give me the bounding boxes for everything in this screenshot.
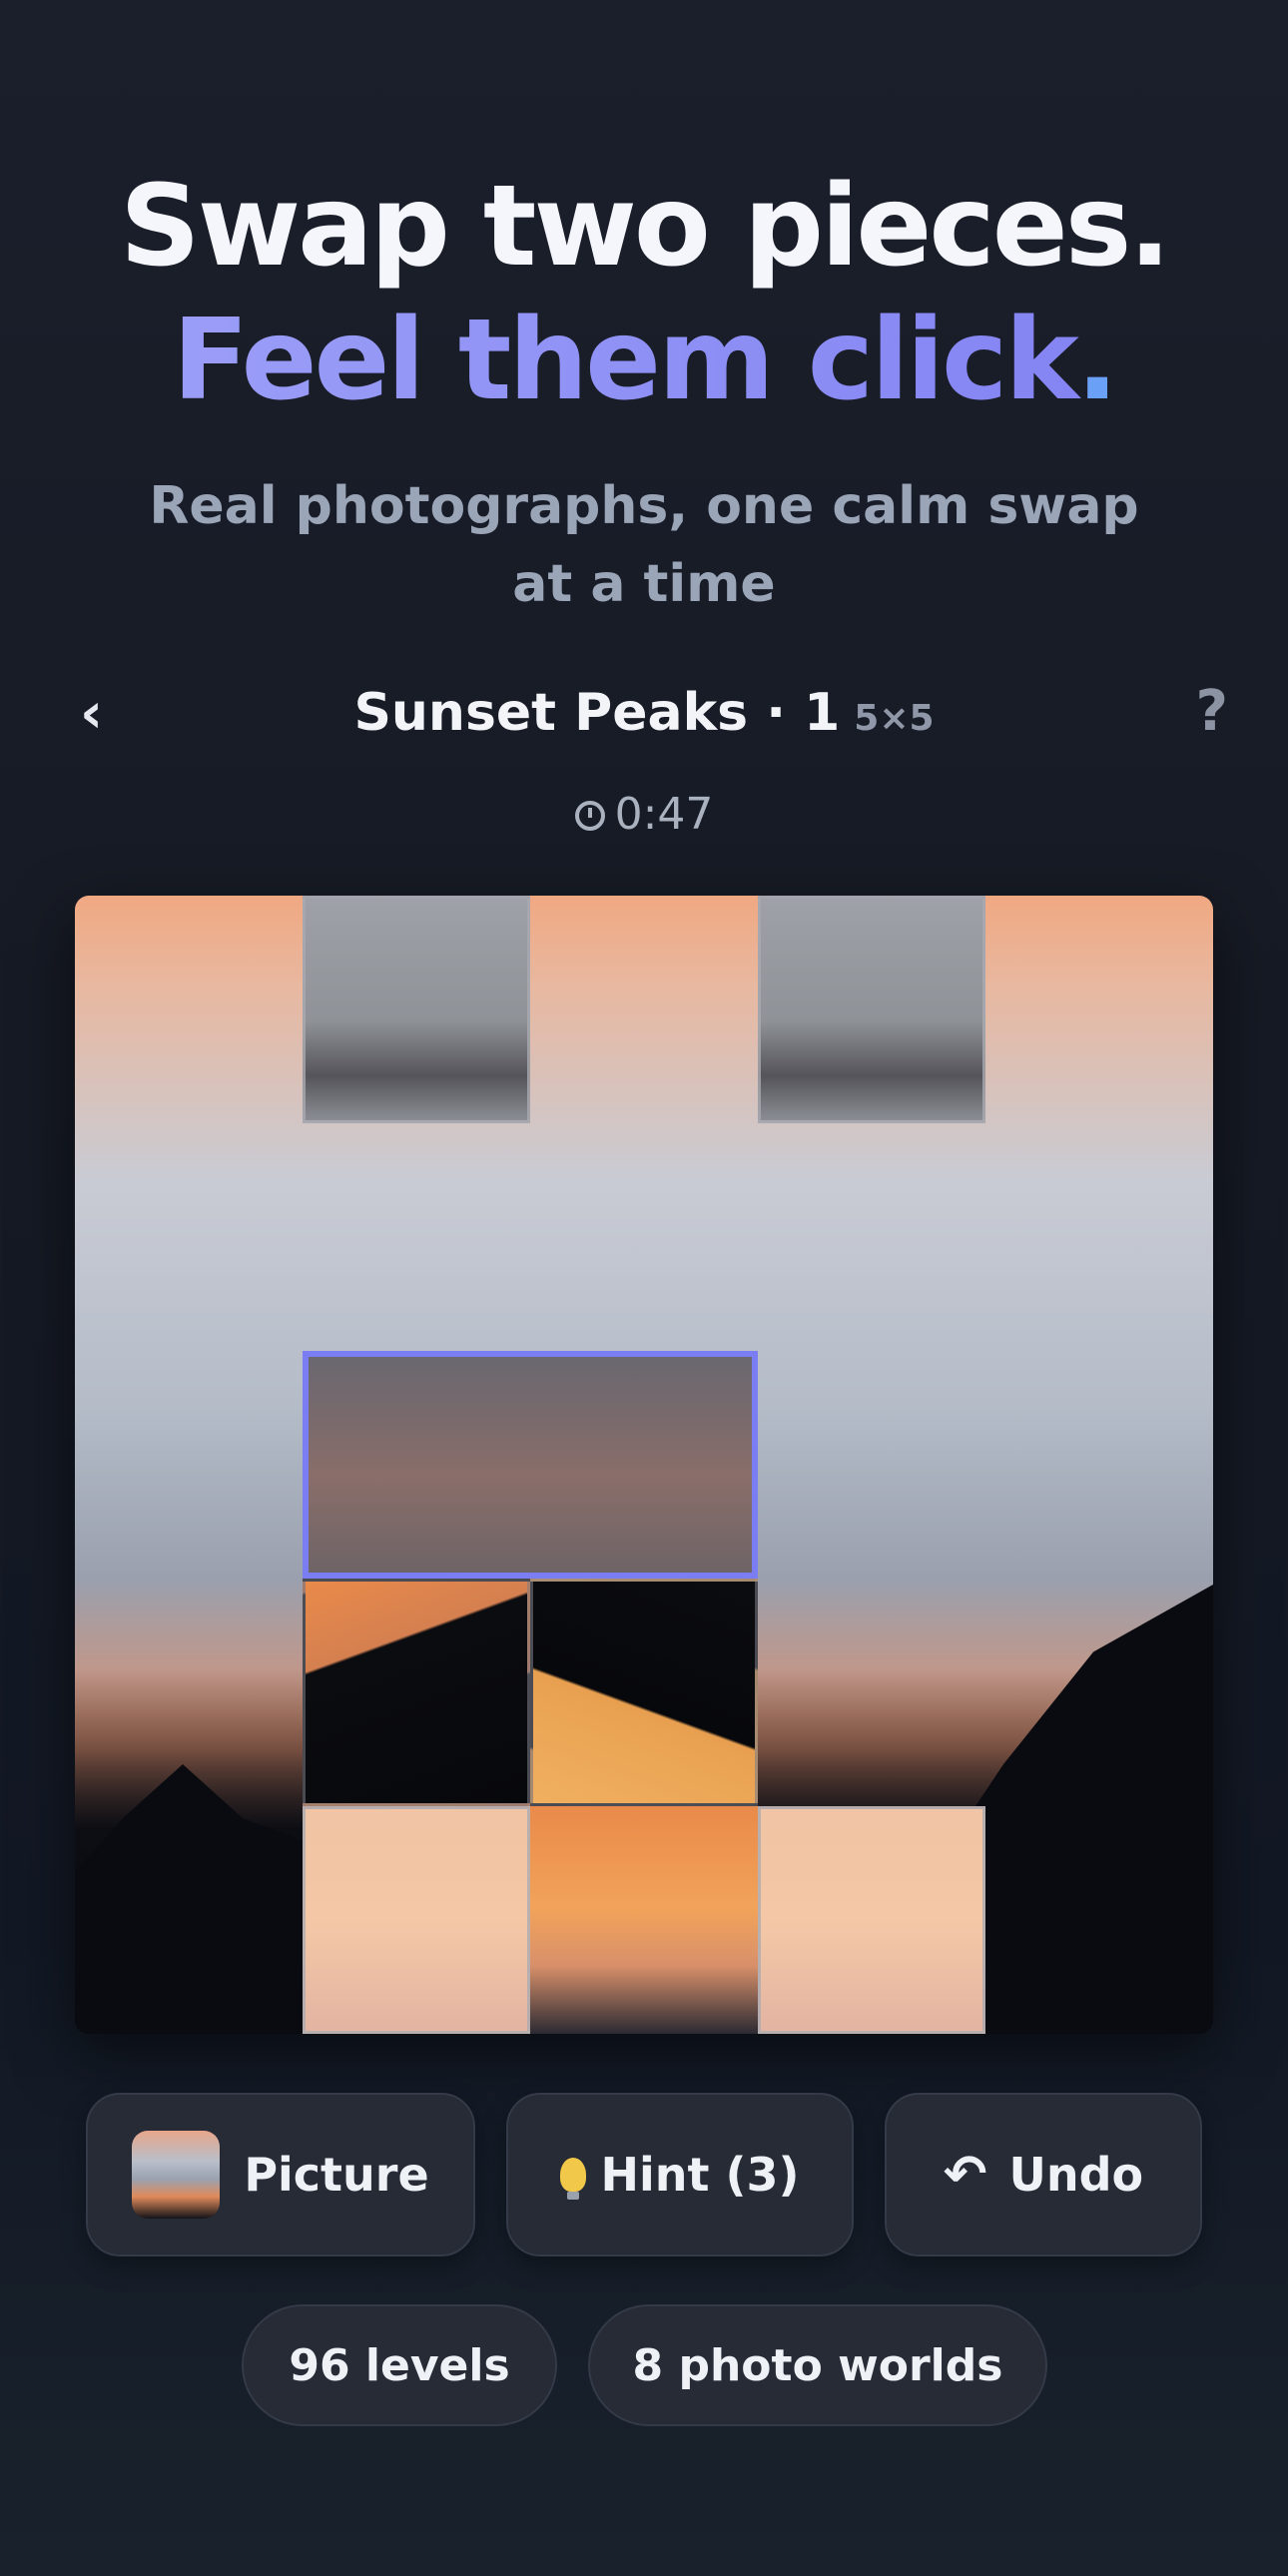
level-title: Sunset Peaks · 1 5×5 bbox=[60, 683, 1228, 743]
undo-label: Undo bbox=[1008, 2148, 1144, 2202]
headline-line-2: Feel them click. bbox=[0, 294, 1288, 427]
undo-icon: ↶ bbox=[943, 2145, 987, 2205]
headline-line-1: Swap two pieces. bbox=[120, 162, 1171, 292]
timer: 0:47 bbox=[0, 789, 1288, 840]
selected-puzzle-piece[interactable] bbox=[303, 1351, 758, 1579]
puzzle-piece[interactable] bbox=[530, 1806, 758, 2034]
hint-button[interactable]: Hint (3) bbox=[506, 2093, 854, 2256]
picture-button[interactable]: Picture bbox=[86, 2093, 475, 2256]
level-name: Sunset Peaks · 1 bbox=[353, 683, 841, 743]
lightbulb-icon bbox=[560, 2158, 587, 2200]
puzzle-piece[interactable] bbox=[303, 1806, 530, 2034]
puzzle-board[interactable] bbox=[75, 896, 1213, 2034]
subtitle: Real photographs, one calm swap at a tim… bbox=[149, 476, 1139, 614]
puzzle-piece[interactable] bbox=[303, 896, 530, 1123]
grid-size-badge: 5×5 bbox=[854, 698, 935, 739]
hint-label: Hint (3) bbox=[600, 2148, 800, 2202]
level-header: ‹ Sunset Peaks · 1 5×5 ? bbox=[60, 675, 1228, 755]
stopwatch-icon bbox=[574, 801, 605, 831]
levels-badge: 96 levels bbox=[242, 2304, 557, 2426]
worlds-badge: 8 photo worlds bbox=[588, 2304, 1047, 2426]
headline-line-2-text: Feel them click bbox=[172, 296, 1076, 425]
headline-dot: . bbox=[1075, 296, 1119, 425]
timer-value: 0:47 bbox=[614, 789, 714, 840]
hero-heading: Swap two pieces. Feel them click. bbox=[0, 160, 1288, 427]
picture-thumbnail bbox=[132, 2131, 221, 2219]
puzzle-piece[interactable] bbox=[758, 1806, 985, 2034]
levels-count: 96 levels bbox=[289, 2339, 510, 2391]
worlds-count: 8 photo worlds bbox=[632, 2339, 1003, 2391]
picture-label: Picture bbox=[244, 2148, 429, 2202]
undo-button[interactable]: ↶ Undo bbox=[885, 2093, 1202, 2256]
help-icon[interactable]: ? bbox=[1196, 679, 1228, 744]
puzzle-piece[interactable] bbox=[530, 1579, 758, 1806]
puzzle-piece[interactable] bbox=[758, 896, 985, 1123]
puzzle-piece[interactable] bbox=[303, 1579, 530, 1806]
mountain-left bbox=[75, 1764, 315, 2034]
